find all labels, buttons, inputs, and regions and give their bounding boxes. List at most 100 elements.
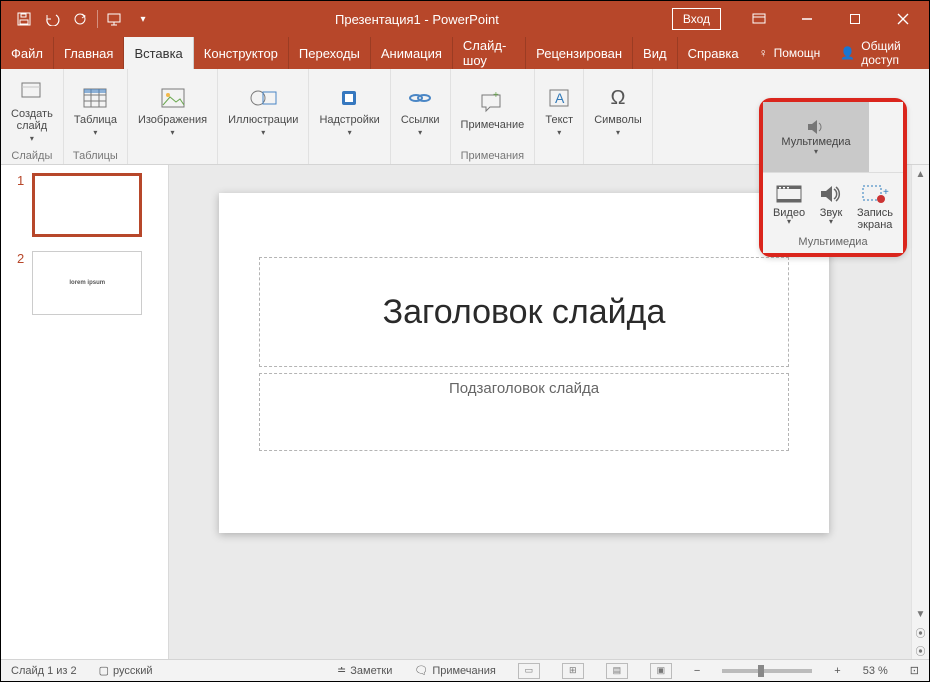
text-button[interactable]: A Текст▾	[541, 82, 577, 139]
symbols-button[interactable]: Ω Символы▾	[590, 82, 646, 139]
fit-window-button[interactable]: ⊡	[906, 664, 923, 677]
language-button[interactable]: ▢русский	[95, 664, 157, 677]
scroll-down-icon[interactable]: ▼	[912, 605, 929, 623]
tab-animations[interactable]: Анимация	[371, 37, 453, 69]
media-dropdown-button[interactable]: Мультимедиа▾	[763, 102, 869, 172]
media-flyout: Мультимедиа▾ Видео▾ Звук▾ + Запись экран…	[759, 98, 907, 257]
titlebar-right: Вход	[668, 1, 929, 37]
group-comments: + Примечание Примечания	[451, 69, 536, 164]
illustrations-button[interactable]: Иллюстрации▾	[224, 82, 302, 139]
speaker-icon	[805, 118, 827, 136]
tab-view[interactable]: Вид	[633, 37, 678, 69]
group-label: Таблицы	[70, 148, 121, 162]
qat-customize-icon[interactable]: ▾	[132, 8, 154, 30]
svg-text:A: A	[555, 90, 565, 106]
tab-transitions[interactable]: Переходы	[289, 37, 371, 69]
table-button[interactable]: Таблица▾	[70, 82, 121, 139]
notes-button[interactable]: ≐Заметки	[333, 664, 396, 677]
close-button[interactable]	[881, 1, 925, 37]
next-slide-icon[interactable]: ⦿	[912, 641, 929, 659]
quick-access-toolbar: ▾	[1, 8, 166, 30]
title-placeholder[interactable]: Заголовок слайда	[259, 257, 789, 367]
slide: Заголовок слайда Подзаголовок слайда	[219, 193, 829, 533]
comment-button[interactable]: + Примечание	[457, 87, 529, 134]
textbox-icon: A	[545, 84, 573, 112]
group-tables: Таблица▾ Таблицы	[64, 69, 128, 164]
screenrec-icon: +	[861, 181, 889, 207]
screen-recording-button[interactable]: + Запись экрана	[855, 179, 895, 233]
save-icon[interactable]	[13, 8, 35, 30]
window-title: Презентация1 - PowerPoint	[166, 12, 668, 27]
zoom-slider[interactable]	[718, 669, 816, 673]
signin-button[interactable]: Вход	[672, 8, 721, 30]
svg-text:+: +	[493, 92, 499, 101]
group-text: A Текст▾	[535, 69, 584, 164]
maximize-button[interactable]	[833, 1, 877, 37]
lightbulb-icon: ♀	[759, 46, 768, 60]
prev-slide-icon[interactable]: ⦿	[912, 623, 929, 641]
person-icon: 👤	[840, 46, 855, 60]
thumb-number: 2	[17, 251, 24, 315]
group-label: Примечания	[457, 148, 529, 162]
tab-insert[interactable]: Вставка	[124, 37, 193, 69]
qat-separator	[97, 10, 98, 28]
group-symbols: Ω Символы▾	[584, 69, 653, 164]
subtitle-placeholder[interactable]: Подзаголовок слайда	[259, 373, 789, 451]
addins-button[interactable]: Надстройки▾	[315, 82, 383, 139]
tab-design[interactable]: Конструктор	[194, 37, 289, 69]
spellcheck-icon: ▢	[99, 664, 109, 677]
thumbnail-2[interactable]: 2 lorem ipsum	[17, 251, 158, 315]
audio-button[interactable]: Звук▾	[815, 179, 847, 233]
comment-icon: +	[478, 89, 506, 117]
video-button[interactable]: Видео▾	[771, 179, 807, 233]
minimize-button[interactable]	[785, 1, 829, 37]
scroll-up-icon[interactable]: ▲	[912, 165, 929, 183]
svg-text:+: +	[883, 187, 889, 198]
tellme-search[interactable]: ♀Помощн	[749, 37, 831, 69]
group-images: Изображения▾	[128, 69, 218, 164]
group-illustrations: Иллюстрации▾	[218, 69, 309, 164]
group-label: Слайды	[7, 148, 57, 162]
titlebar: ▾ Презентация1 - PowerPoint Вход	[1, 1, 929, 37]
ribbon-display-icon[interactable]	[737, 1, 781, 37]
vertical-scrollbar[interactable]: ▲ ▼ ⦿ ⦿	[911, 165, 929, 659]
status-bar: Слайд 1 из 2 ▢русский ≐Заметки 🗨Примечан…	[1, 659, 929, 681]
share-button[interactable]: 👤Общий доступ	[830, 37, 929, 69]
group-media	[653, 69, 665, 164]
tab-review[interactable]: Рецензирован	[526, 37, 633, 69]
thumb-number: 1	[17, 173, 24, 237]
slide-thumbnails: 1 2 lorem ipsum	[1, 165, 169, 659]
tab-slideshow[interactable]: Слайд-шоу	[453, 37, 526, 69]
table-icon	[81, 84, 109, 112]
addin-icon	[336, 84, 364, 112]
tab-file[interactable]: Файл	[1, 37, 54, 69]
thumbnail-1[interactable]: 1	[17, 173, 158, 237]
audio-icon	[817, 181, 845, 207]
undo-icon[interactable]	[41, 8, 63, 30]
video-icon	[775, 181, 803, 207]
zoom-in-button[interactable]: +	[830, 665, 844, 677]
link-icon	[406, 84, 434, 112]
slideshow-start-icon[interactable]	[104, 8, 126, 30]
slide-counter[interactable]: Слайд 1 из 2	[7, 665, 81, 677]
new-slide-button[interactable]: Создать слайд▾	[7, 76, 57, 145]
new-slide-icon	[18, 78, 46, 106]
links-button[interactable]: Ссылки▾	[397, 82, 444, 139]
comments-icon: 🗨	[414, 664, 428, 677]
view-normal-button[interactable]: ▭	[514, 663, 544, 679]
picture-icon	[159, 84, 187, 112]
comments-button[interactable]: 🗨Примечания	[410, 664, 499, 677]
group-slides: Создать слайд▾ Слайды	[1, 69, 64, 164]
zoom-level[interactable]: 53 %	[859, 665, 892, 677]
view-sorter-button[interactable]: ⊞	[558, 663, 588, 679]
view-reading-button[interactable]: ▤	[602, 663, 632, 679]
redo-icon[interactable]	[69, 8, 91, 30]
images-button[interactable]: Изображения▾	[134, 82, 211, 139]
view-slideshow-button[interactable]: ▣	[646, 663, 676, 679]
zoom-out-button[interactable]: −	[690, 665, 704, 677]
group-links: Ссылки▾	[391, 69, 451, 164]
media-panel: Видео▾ Звук▾ + Запись экрана Мультимедиа	[763, 172, 903, 253]
notes-icon: ≐	[337, 664, 346, 677]
tab-help[interactable]: Справка	[678, 37, 749, 69]
tab-home[interactable]: Главная	[54, 37, 124, 69]
